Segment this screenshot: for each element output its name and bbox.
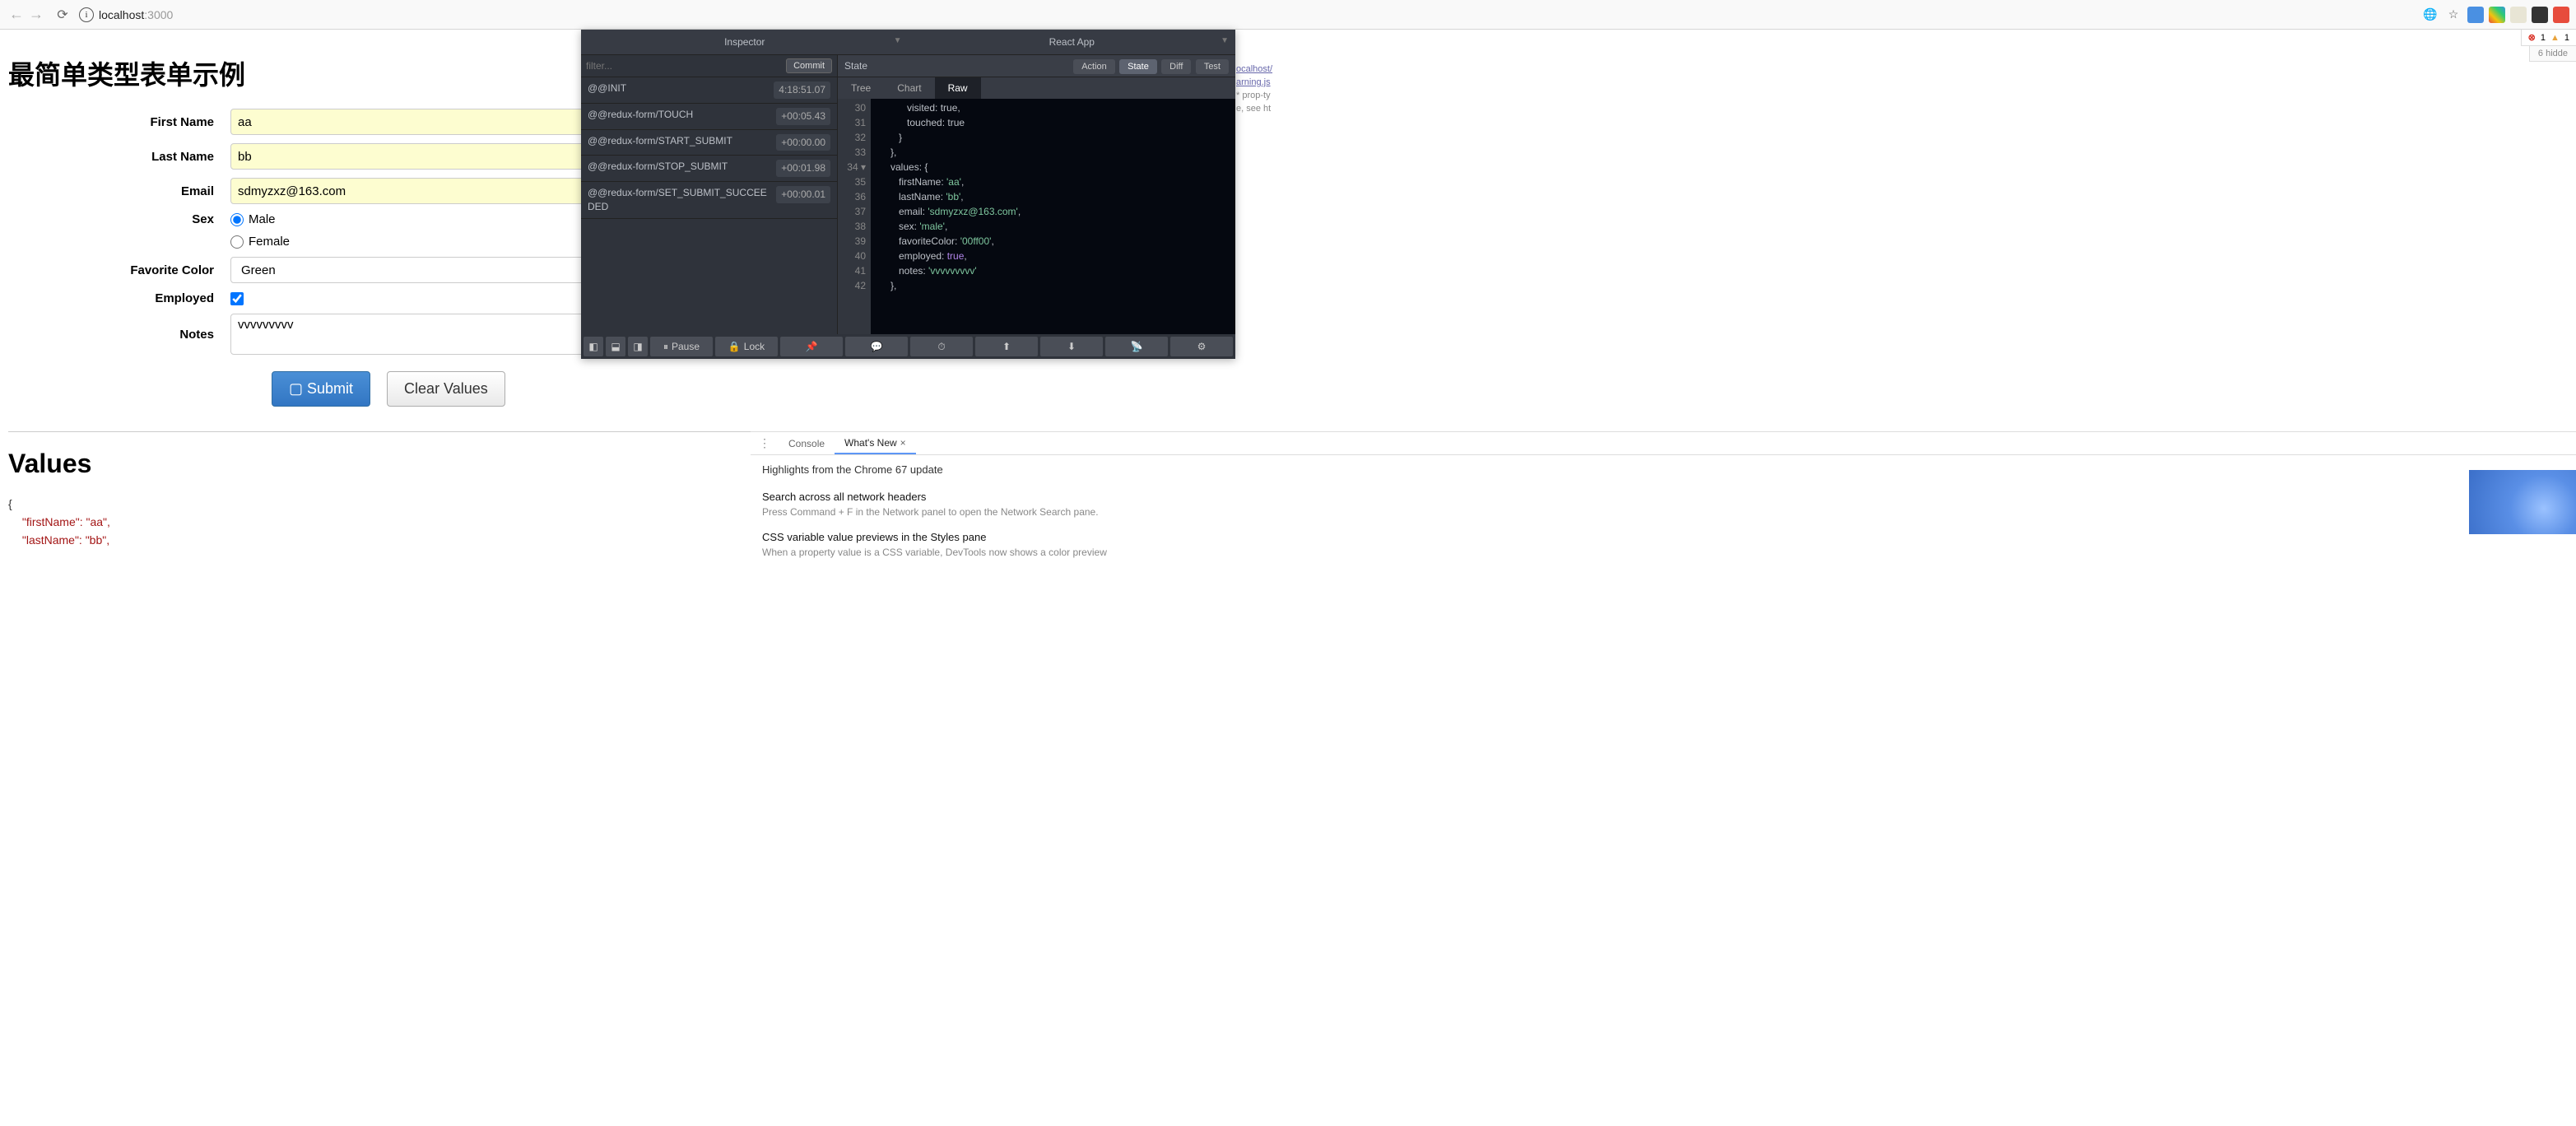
extension-icon-3[interactable] <box>2510 7 2527 23</box>
back-button[interactable]: ← <box>7 6 26 23</box>
action-row[interactable]: @@redux-form/SET_SUBMIT_SUCCEEDED+00:00.… <box>581 182 837 219</box>
employed-checkbox[interactable] <box>230 292 244 305</box>
feature-heading: CSS variable value previews in the Style… <box>762 531 2564 543</box>
url-port: :3000 <box>144 8 173 21</box>
drawer-more-icon[interactable]: ⋮ <box>751 436 779 450</box>
layout-right-icon[interactable]: ◨ <box>628 337 648 356</box>
download-icon[interactable]: ⬇ <box>1040 337 1103 356</box>
mode-test[interactable]: Test <box>1196 59 1229 74</box>
remote-icon[interactable]: 📡 <box>1105 337 1168 356</box>
upload-icon[interactable]: ⬆ <box>975 337 1038 356</box>
subtab-raw[interactable]: Raw <box>935 77 981 99</box>
layout-bottom-icon[interactable]: ⬓ <box>606 337 625 356</box>
extension-icon-2[interactable] <box>2489 7 2505 23</box>
drawer-tab-whats-new[interactable]: What's New× <box>835 432 916 454</box>
browser-toolbar: ← → ⟳ i localhost:3000 🌐 ☆ <box>0 0 2576 30</box>
timer-icon[interactable]: ⏱ <box>910 337 973 356</box>
pause-button[interactable]: ⏸ Pause <box>650 337 713 356</box>
action-row[interactable]: @@redux-form/TOUCH+00:05.43 <box>581 104 837 130</box>
side-console: ocalhost/ arning.js * prop-ty e, see ht <box>1236 63 1294 115</box>
label-male: Male <box>249 212 276 226</box>
feature-heading: Search across all network headers <box>762 491 2564 503</box>
extension-icon-4[interactable] <box>2532 7 2548 23</box>
extension-icon-5[interactable] <box>2553 7 2569 23</box>
feature-image <box>2469 470 2576 534</box>
reload-button[interactable]: ⟳ <box>53 7 72 23</box>
forward-button[interactable]: → <box>26 6 46 23</box>
label-employed: Employed <box>8 291 230 305</box>
pin-icon[interactable]: 📌 <box>780 337 843 356</box>
mode-action[interactable]: Action <box>1073 59 1115 74</box>
chevron-down-icon: ▼ <box>1221 36 1229 45</box>
submit-button[interactable]: ▢ Submit <box>272 371 370 407</box>
address-bar[interactable]: i localhost:3000 <box>79 7 2421 22</box>
action-list: @@INIT4:18:51.07 @@redux-form/TOUCH+00:0… <box>581 77 837 334</box>
subtab-chart[interactable]: Chart <box>884 77 934 99</box>
label-notes: Notes <box>8 328 230 342</box>
tab-react-app[interactable]: React App▼ <box>909 30 1236 55</box>
feature-desc: Press Command + F in the Network panel t… <box>762 506 2564 518</box>
info-icon: i <box>79 7 94 22</box>
action-row[interactable]: @@redux-form/STOP_SUBMIT+00:01.98 <box>581 156 837 182</box>
settings-icon[interactable]: ⚙ <box>1170 337 1233 356</box>
drawer-tab-console[interactable]: Console <box>779 432 835 454</box>
layout-left-icon[interactable]: ◧ <box>584 337 603 356</box>
action-row[interactable]: @@INIT4:18:51.07 <box>581 77 837 104</box>
label-sex: Sex <box>8 212 230 226</box>
extension-icon-1[interactable] <box>2467 7 2484 23</box>
subtab-tree[interactable]: Tree <box>838 77 884 99</box>
state-label: State <box>844 60 867 72</box>
tab-inspector[interactable]: Inspector▼ <box>581 30 909 55</box>
highlights-title: Highlights from the Chrome 67 update <box>762 463 2564 476</box>
translate-icon[interactable]: 🌐 <box>2421 6 2439 24</box>
label-email: Email <box>8 184 230 198</box>
bookmark-star-icon[interactable]: ☆ <box>2444 6 2462 24</box>
label-favorite-color: Favorite Color <box>8 263 230 277</box>
label-last-name: Last Name <box>8 150 230 164</box>
chevron-down-icon: ▼ <box>894 36 902 45</box>
action-row[interactable]: @@redux-form/START_SUBMIT+00:00.00 <box>581 130 837 156</box>
close-icon[interactable]: × <box>900 437 906 449</box>
label-first-name: First Name <box>8 115 230 129</box>
feature-desc: When a property value is a CSS variable,… <box>762 547 2564 558</box>
mode-diff[interactable]: Diff <box>1161 59 1191 74</box>
filter-input[interactable] <box>586 60 786 72</box>
sex-male-radio[interactable] <box>230 213 244 226</box>
label-female: Female <box>249 235 290 249</box>
lock-button[interactable]: 🔒 Lock <box>715 337 778 356</box>
mode-state[interactable]: State <box>1119 59 1157 74</box>
state-code: 3031323334 ▾3536373839404142 visited: tr… <box>838 99 1235 334</box>
devtools-drawer: ⋮ Console What's New× Highlights from th… <box>751 431 2576 579</box>
clear-values-button[interactable]: Clear Values <box>387 371 505 407</box>
sex-female-radio[interactable] <box>230 235 244 249</box>
chat-icon[interactable]: 💬 <box>845 337 908 356</box>
url-host: localhost <box>99 8 144 21</box>
redux-devtools: Inspector▼ React App▼ Commit @@INIT4:18:… <box>581 30 1235 359</box>
commit-button[interactable]: Commit <box>786 58 832 73</box>
